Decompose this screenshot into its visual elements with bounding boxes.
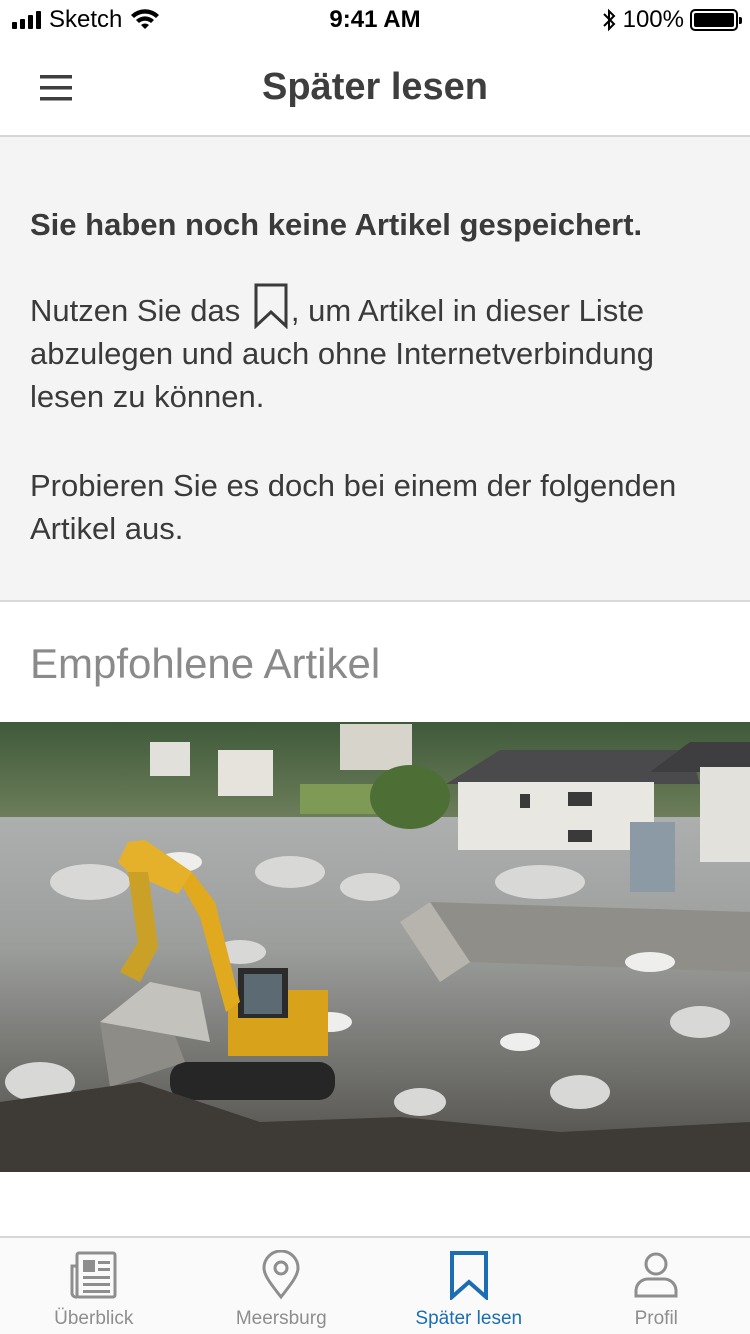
- bookmark-icon: [449, 1251, 488, 1300]
- page-title: Später lesen: [262, 66, 488, 108]
- cellular-signal-icon: [12, 11, 41, 29]
- battery-level: [694, 13, 734, 27]
- tab-ueberblick[interactable]: Überblick: [0, 1238, 188, 1334]
- status-left: Sketch: [12, 6, 160, 34]
- article-photo: [0, 722, 750, 1172]
- instructions-text-before: Nutzen Sie das: [30, 293, 241, 328]
- article-image[interactable]: [0, 722, 750, 1172]
- tab-label-spaeter-lesen: Später lesen: [415, 1308, 523, 1329]
- battery-icon: [690, 9, 742, 31]
- bluetooth-icon: [602, 8, 616, 32]
- battery-percentage: 100%: [622, 6, 684, 33]
- status-right: 100%: [601, 6, 742, 34]
- recommended-section-title: Empfohlene Artikel: [30, 640, 381, 687]
- empty-state-instructions: Nutzen Sie das , um Artikel in dieser Li…: [30, 283, 720, 418]
- bookmark-icon: [254, 283, 288, 329]
- tab-meersburg[interactable]: Meersburg: [188, 1238, 376, 1334]
- empty-state-heading: Sie haben noch keine Artikel gespeichert…: [30, 207, 643, 242]
- empty-state-panel: Sie haben noch keine Artikel gespeichert…: [0, 137, 750, 602]
- newspaper-icon: [70, 1251, 117, 1299]
- status-bar: Sketch 9:41 AM 100%: [0, 0, 750, 40]
- person-icon: [634, 1252, 678, 1298]
- tab-profil[interactable]: Profil: [563, 1238, 750, 1334]
- carrier-name: Sketch: [49, 6, 123, 33]
- tab-bar: Überblick Meersburg Später lesen Profil: [0, 1236, 750, 1334]
- tab-label-meersburg: Meersburg: [235, 1308, 327, 1329]
- tab-label-ueberblick: Überblick: [54, 1308, 134, 1329]
- wifi-icon: [131, 9, 160, 29]
- tab-label-profil: Profil: [634, 1308, 678, 1329]
- navigation-bar: Später lesen: [0, 40, 750, 137]
- empty-state-suggestion: Probieren Sie es doch bei einem der folg…: [30, 468, 677, 546]
- location-pin-icon: [262, 1250, 300, 1300]
- tab-spaeter-lesen[interactable]: Später lesen: [375, 1238, 563, 1334]
